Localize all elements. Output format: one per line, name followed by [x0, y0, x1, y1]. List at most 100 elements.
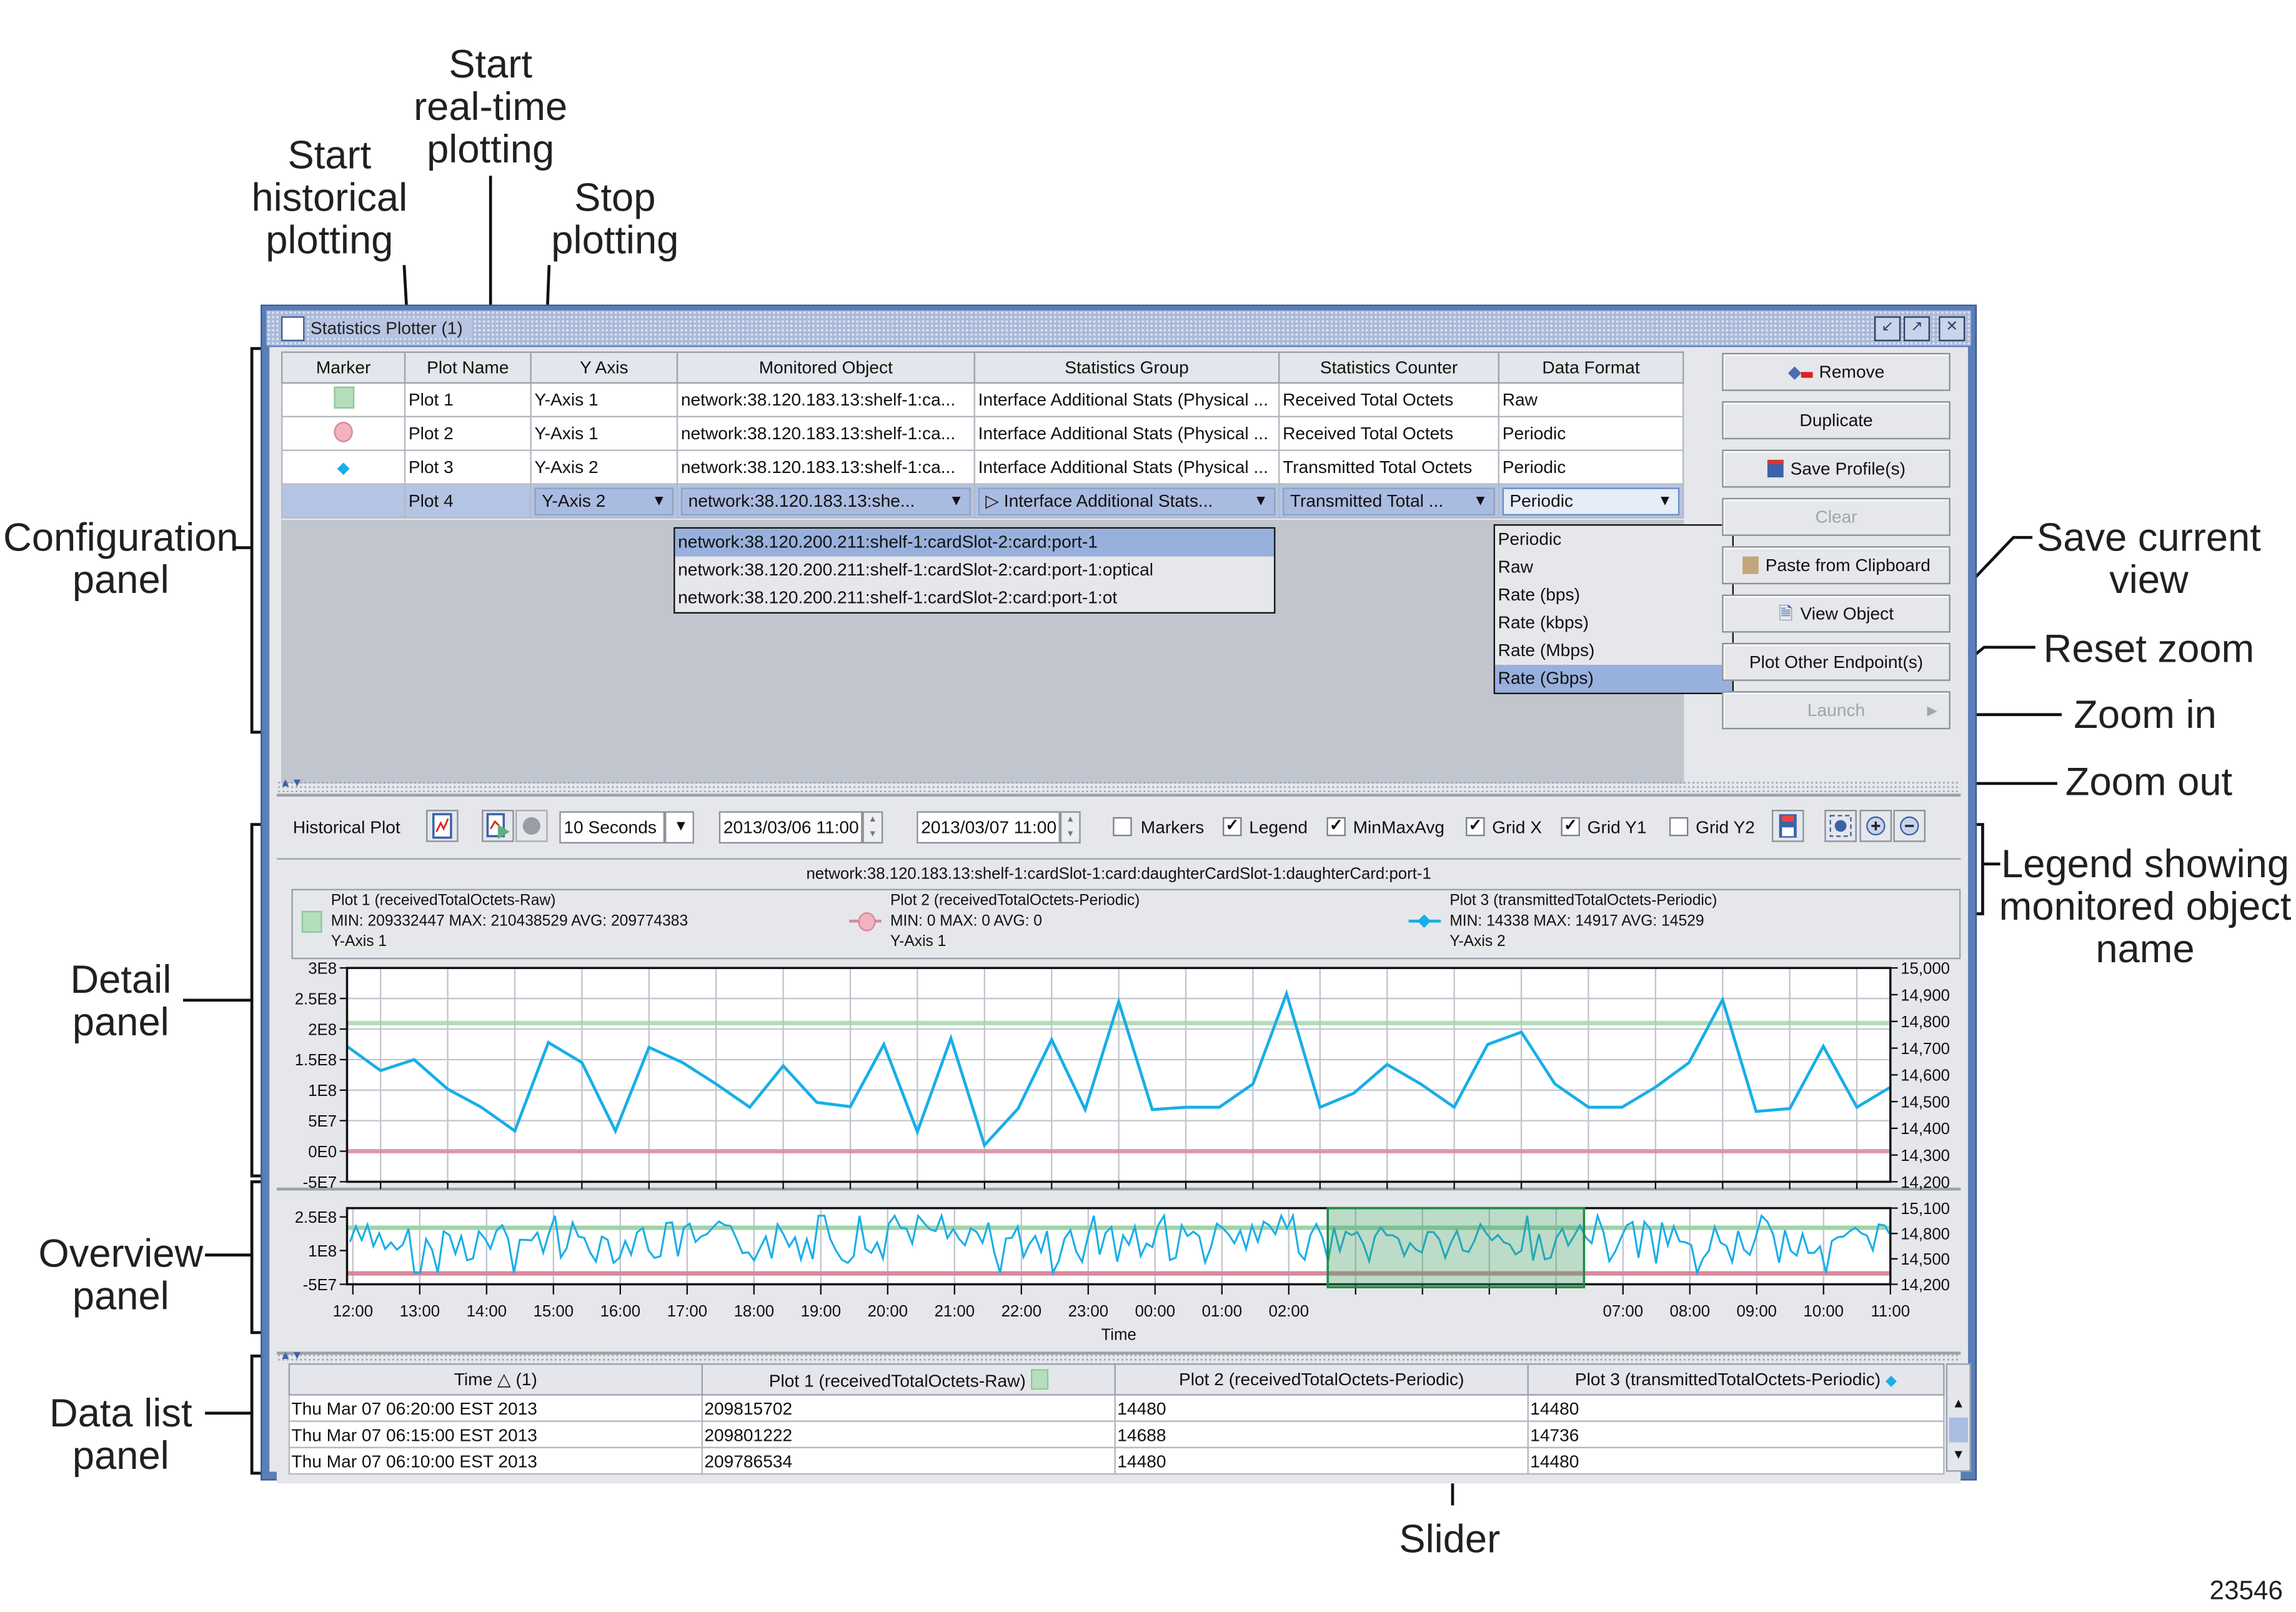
interval-dropdown-arrow[interactable]: ▼ — [665, 811, 694, 843]
zoom-out-button[interactable] — [1893, 810, 1926, 842]
view-object-icon: 🗎 — [1779, 604, 1793, 624]
monitored-object-option[interactable]: network:38.120.200.211:shelf-1:cardSlot-… — [675, 584, 1274, 612]
floppy-disk-icon — [1773, 811, 1802, 840]
close-icon[interactable]: ✕ — [1939, 316, 1965, 341]
plot-name-cell: Plot 2 — [405, 417, 531, 450]
end-time-field[interactable]: 2013/03/07 11:00 — [917, 811, 1060, 843]
start-time-spinner[interactable]: ▲▼ — [862, 811, 883, 843]
interval-select[interactable]: 10 Seconds — [559, 811, 665, 843]
overview-x-tick-label: 17:00 — [667, 1303, 707, 1320]
monitored-object-dropdown[interactable]: network:38.120.183.13:she...▼ — [681, 487, 971, 515]
title-bar[interactable]: Statistics Plotter (1) ↙ ↗ ✕ — [267, 311, 1971, 346]
time-cell: Thu Mar 07 06:15:00 EST 2013 — [289, 1421, 702, 1448]
data-format-option[interactable]: Rate (bps) — [1495, 581, 1732, 609]
grid-x-checkbox[interactable]: ✓ — [1466, 817, 1484, 836]
chevron-down-icon: ▼ — [1473, 493, 1488, 509]
grid-y1-label: Grid Y1 — [1588, 817, 1647, 838]
statistics-group-dropdown[interactable]: ▷ Interface Additional Stats... ▼ — [978, 487, 1276, 515]
column-header-marker[interactable]: Marker — [282, 352, 405, 383]
launch-button[interactable]: Launch▶ — [1722, 691, 1951, 729]
column-header-statistics-counter[interactable]: Statistics Counter — [1279, 352, 1499, 383]
data-format-option[interactable]: Raw — [1495, 554, 1732, 582]
column-header-monitored-object[interactable]: Monitored Object — [677, 352, 975, 383]
view-object-button[interactable]: 🗎View Object — [1722, 595, 1951, 633]
overview-x-tick-label: 21:00 — [935, 1303, 975, 1320]
column-header-plot-2[interactable]: Plot 2 (receivedTotalOctets-Periodic) — [1115, 1364, 1528, 1395]
y2-tick-label: 14,700 — [1901, 1040, 1950, 1058]
column-header-y-axis[interactable]: Y Axis — [531, 352, 677, 383]
overview-x-tick-label: 16:00 — [600, 1303, 640, 1320]
y2-tick-label: 14,900 — [1901, 987, 1950, 1004]
monitored-object-option[interactable]: network:38.120.200.211:shelf-1:cardSlot-… — [675, 529, 1274, 557]
monitored-object-options-list: network:38.120.200.211:shelf-1:cardSlot-… — [673, 527, 1275, 614]
data-format-option[interactable]: Periodic — [1495, 525, 1732, 554]
overview-x-tick-label: 00:00 — [1135, 1303, 1175, 1320]
column-header-plot-1[interactable]: Plot 1 (receivedTotalOctets-Raw) — [702, 1364, 1115, 1395]
overview-chart[interactable]: 12:0013:0014:0015:0016:0017:0018:0019:00… — [277, 1193, 1964, 1351]
overview-slider[interactable] — [1328, 1208, 1584, 1288]
statistics-group-text: Interface Additional Stats... — [1004, 490, 1213, 511]
overview-x-tick-label: 14:00 — [467, 1303, 507, 1320]
minimize-icon[interactable]: ↙ — [1874, 316, 1901, 341]
remove-button[interactable]: ◆Remove — [1722, 353, 1951, 391]
column-header-plot-name[interactable]: Plot Name — [405, 352, 531, 383]
statistics-group-cell: Interface Additional Stats (Physical ... — [975, 383, 1280, 417]
data-format-option[interactable]: Rate (Mbps) — [1495, 637, 1732, 665]
reset-zoom-button[interactable] — [1824, 810, 1857, 842]
overview-x-tick-label: 15:00 — [534, 1303, 574, 1320]
monitored-object-option[interactable]: network:38.120.200.211:shelf-1:cardSlot-… — [675, 557, 1274, 585]
config-splitter[interactable]: ▲▼ — [277, 780, 1961, 792]
scroll-down-icon[interactable]: ▼ — [1947, 1447, 1969, 1461]
duplicate-button[interactable]: Duplicate — [1722, 401, 1951, 439]
end-time-spinner[interactable]: ▲▼ — [1060, 811, 1081, 843]
table-row[interactable]: Plot 1 Y-Axis 1 network:38.120.183.13:sh… — [282, 383, 1683, 417]
clear-button[interactable]: Clear — [1722, 498, 1951, 536]
detail-chart[interactable]: 3E82.5E82E81.5E81E85E70E0-5E715,00014,90… — [277, 962, 1964, 1211]
save-current-view-button[interactable] — [1772, 810, 1804, 842]
y1-tick-label: 5E7 — [308, 1113, 337, 1130]
column-header-plot-3[interactable]: Plot 3 (transmittedTotalOctets-Periodic)… — [1528, 1364, 1944, 1395]
data-list-scrollbar[interactable]: ▲ ▼ — [1946, 1363, 1971, 1471]
markers-checkbox[interactable] — [1113, 817, 1131, 836]
table-row[interactable]: Thu Mar 07 06:10:00 EST 2013 209786534 1… — [289, 1448, 1944, 1474]
minmaxavg-checkbox[interactable]: ✓ — [1326, 817, 1345, 836]
grid-y2-checkbox[interactable] — [1669, 817, 1688, 836]
overview-x-tick-label: 13:00 — [400, 1303, 440, 1320]
column-header-time[interactable]: Time △ (1) — [289, 1364, 702, 1395]
maximize-icon[interactable]: ↗ — [1904, 316, 1930, 341]
column-header-statistics-group[interactable]: Statistics Group — [975, 352, 1280, 383]
y-axis-dropdown[interactable]: Y-Axis 2▼ — [534, 487, 673, 515]
stop-plotting-button[interactable] — [515, 810, 548, 842]
plot-other-endpoints-button[interactable]: Plot Other Endpoint(s) — [1722, 643, 1951, 681]
data-list-panel: Time △ (1) Plot 1 (receivedTotalOctets-R… — [277, 1363, 1961, 1483]
table-row[interactable]: Plot 2 Y-Axis 1 network:38.120.183.13:sh… — [282, 417, 1683, 450]
zoom-in-button[interactable] — [1860, 810, 1892, 842]
paste-from-clipboard-button[interactable]: Paste from Clipboard — [1722, 546, 1951, 584]
data-format-option[interactable]: Rate (Gbps) — [1495, 665, 1732, 693]
chevron-down-icon: ▼ — [1253, 493, 1268, 509]
scroll-up-icon[interactable]: ▲ — [1947, 1396, 1969, 1410]
table-row-selected[interactable]: Plot 4 Y-Axis 2▼ network:38.120.183.13:s… — [282, 484, 1683, 518]
save-profiles-button[interactable]: Save Profile(s) — [1722, 450, 1951, 488]
column-header-data-format[interactable]: Data Format — [1499, 352, 1683, 383]
table-row[interactable]: Thu Mar 07 06:15:00 EST 2013 209801222 1… — [289, 1421, 1944, 1448]
data-format-option[interactable]: Rate (kbps) — [1495, 609, 1732, 637]
table-row[interactable]: Thu Mar 07 06:20:00 EST 2013 209815702 1… — [289, 1395, 1944, 1421]
y-axis-value: Y-Axis 2 — [542, 490, 605, 511]
data-format-dropdown[interactable]: Periodic▼ — [1503, 487, 1680, 515]
legend-stats: MIN: 0 MAX: 0 AVG: 0 — [890, 911, 1140, 932]
start-historical-plot-button[interactable] — [426, 810, 459, 842]
statistics-counter-dropdown[interactable]: Transmitted Total ...▼ — [1283, 487, 1495, 515]
grid-y1-checkbox[interactable]: ✓ — [1561, 817, 1579, 836]
duplicate-label: Duplicate — [1799, 410, 1872, 430]
grid-x-label: Grid X — [1492, 817, 1542, 838]
statistics-group-value: ▷ Interface Additional Stats... — [985, 490, 1213, 511]
legend-checkbox[interactable]: ✓ — [1223, 817, 1241, 836]
statistics-counter-cell: Received Total Octets — [1279, 417, 1499, 450]
scroll-thumb[interactable] — [1949, 1418, 1968, 1443]
statistics-group-cell: Interface Additional Stats (Physical ... — [975, 417, 1280, 450]
start-time-field[interactable]: 2013/03/06 11:00 — [719, 811, 863, 843]
overview-x-tick-label: 02:00 — [1269, 1303, 1309, 1320]
table-row[interactable]: ◆ Plot 3 Y-Axis 2 network:38.120.183.13:… — [282, 450, 1683, 484]
start-realtime-plot-button[interactable] — [482, 810, 514, 842]
